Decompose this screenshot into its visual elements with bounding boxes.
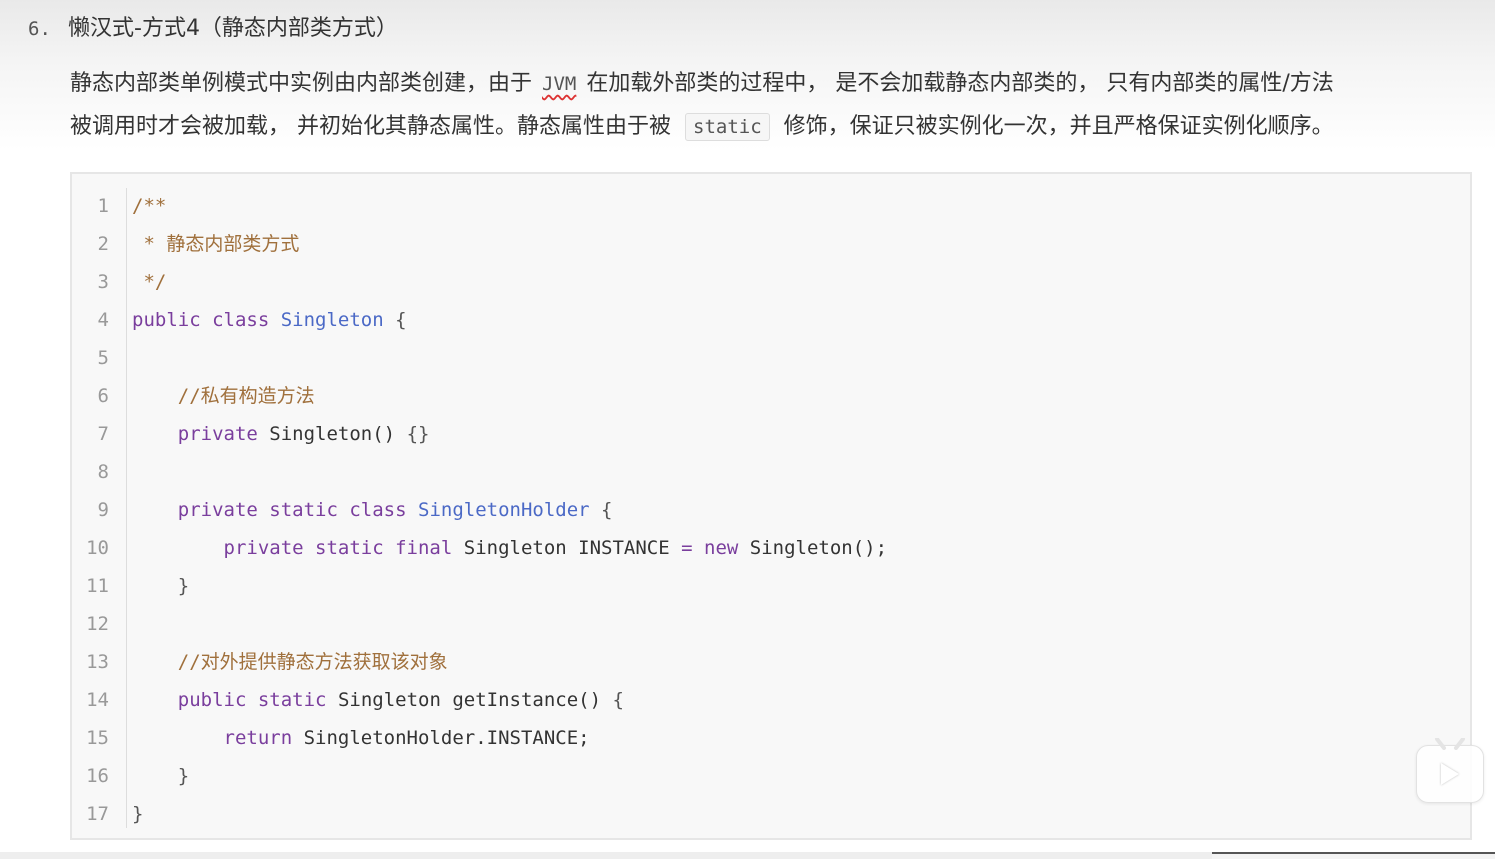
code-keyword: private static final	[223, 537, 453, 559]
play-icon	[1441, 763, 1459, 785]
code-comment: //私有构造方法	[177, 385, 315, 407]
code-keyword: private static class	[177, 499, 407, 521]
line-number: 3	[97, 271, 109, 293]
line-number: 16	[86, 765, 109, 787]
code-punct: {	[612, 689, 624, 711]
code-line-6: //私有构造方法	[132, 377, 315, 415]
code-line-14: public static Singleton getInstance() {	[132, 681, 624, 719]
code-line-15: return SingletonHolder.INSTANCE;	[132, 719, 590, 757]
code-text: Singleton INSTANCE	[463, 537, 670, 559]
code-punct: }	[132, 803, 144, 825]
code-text: Singleton getInstance()	[337, 689, 602, 711]
line-number: 17	[86, 803, 109, 825]
paragraph-text: 修饰，保证只被实例化一次，并且严格保证实例化顺序。	[783, 114, 1334, 139]
line-number: 13	[86, 651, 109, 673]
code-line-7: private Singleton() {}	[132, 415, 430, 453]
tv-ears-icon	[1435, 738, 1465, 750]
code-block[interactable]: 1 2 3 4 5 6 7 8 9 10 11 12 13 14 15 16 1…	[70, 172, 1472, 840]
code-comment: //对外提供静态方法获取该对象	[177, 651, 448, 673]
code-comment: */	[132, 271, 167, 293]
code-line-17: }	[132, 795, 143, 833]
line-number: 14	[86, 689, 109, 711]
code-keyword: new	[704, 537, 739, 559]
code-class-name: SingletonHolder	[418, 499, 590, 521]
code-keyword: public static	[177, 689, 327, 711]
play-button[interactable]	[1416, 738, 1484, 803]
inline-code-static: static	[685, 113, 770, 141]
code-text: SingletonHolder.INSTANCE;	[303, 727, 590, 749]
code-keyword: private	[177, 423, 258, 445]
paragraph-text: 在加载外部类的过程中， 是不会加载静态内部类的， 只有内部类的属性/方法	[586, 71, 1334, 96]
code-line-3: */	[132, 263, 166, 301]
heading-title: 懒汉式-方式4（静态内部类方式）	[68, 16, 398, 41]
line-number: 11	[86, 575, 109, 597]
code-line-16: }	[132, 757, 189, 795]
code-text: Singleton();	[749, 537, 888, 559]
line-number: 7	[97, 423, 109, 445]
paragraph-text: 被调用时才会被加载， 并初始化其静态属性。静态属性由于被	[70, 114, 671, 139]
code-punct: {	[395, 309, 407, 331]
paragraph-text: 静态内部类单例模式中实例由内部类创建，由于	[70, 71, 533, 96]
code-line-4: public class Singleton {	[132, 301, 407, 339]
inline-code-jvm: JVM	[542, 73, 577, 95]
line-number: 4	[97, 309, 109, 331]
code-punct: {}	[406, 423, 430, 445]
code-comment: /**	[132, 195, 167, 217]
code-punct: }	[177, 575, 190, 597]
line-number: 9	[97, 499, 109, 521]
line-number: 5	[97, 347, 109, 369]
code-keyword: public class	[132, 309, 270, 331]
code-text: Singleton()	[269, 423, 396, 445]
code-line-9: private static class SingletonHolder {	[132, 491, 613, 529]
line-number: 10	[86, 537, 109, 559]
gutter-divider	[126, 188, 127, 828]
code-line-10: private static final Singleton INSTANCE …	[132, 529, 888, 567]
section-heading: 6. 懒汉式-方式4（静态内部类方式）	[28, 12, 398, 46]
paragraph-line-1: 静态内部类单例模式中实例由内部类创建，由于 JVM 在加载外部类的过程中， 是不会加…	[70, 64, 1475, 104]
line-number: 8	[97, 461, 109, 483]
line-number: 6	[97, 385, 109, 407]
code-operator: =	[681, 537, 693, 559]
code-comment: * 静态内部类方式	[132, 233, 300, 255]
code-line-2: * 静态内部类方式	[132, 225, 299, 263]
page: 6. 懒汉式-方式4（静态内部类方式） 静态内部类单例模式中实例由内部类创建，由于…	[0, 0, 1495, 859]
line-number: 1	[97, 195, 109, 217]
code-line-11: }	[132, 567, 189, 605]
heading-number: 6.	[28, 18, 51, 40]
bottom-tab[interactable]	[1212, 852, 1495, 859]
paragraph-line-2: 被调用时才会被加载， 并初始化其静态属性。静态属性由于被 static 修饰，保证只…	[70, 107, 1475, 147]
code-line-13: //对外提供静态方法获取该对象	[132, 643, 448, 681]
code-keyword: return	[223, 727, 293, 749]
line-number: 2	[97, 233, 109, 255]
code-punct: }	[177, 765, 190, 787]
line-number: 12	[86, 613, 109, 635]
code-punct: {	[601, 499, 613, 521]
code-line-1: /**	[132, 187, 166, 225]
code-class-name: Singleton	[280, 309, 384, 331]
line-number: 15	[86, 727, 109, 749]
